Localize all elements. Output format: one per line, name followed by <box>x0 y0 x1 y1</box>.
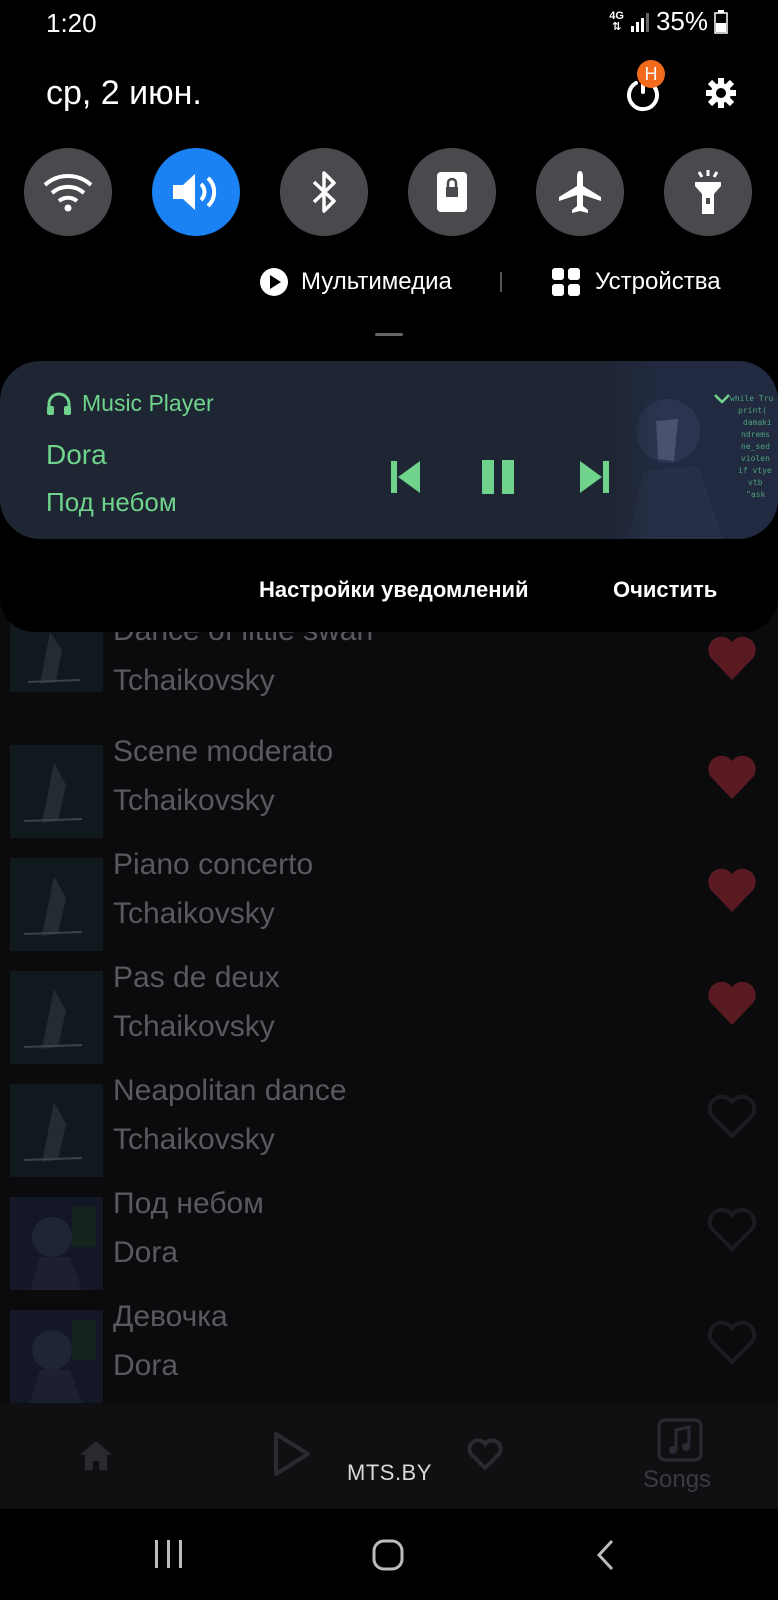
media-label: Мультимедиа <box>301 268 452 295</box>
recent-apps-icon[interactable] <box>153 1538 185 1570</box>
song-row[interactable]: Pas de deux Tchaikovsky <box>0 961 778 1074</box>
shade-drag-handle[interactable] <box>375 333 403 336</box>
song-title: Neapolitan dance <box>113 1074 347 1107</box>
song-row[interactable]: Piano concerto Tchaikovsky <box>0 848 778 961</box>
next-track-icon[interactable] <box>574 457 614 497</box>
heart-outline-icon[interactable] <box>706 1092 758 1140</box>
song-title: Scene moderato <box>113 735 334 768</box>
song-artist: Tchaikovsky <box>113 1123 275 1156</box>
chevron-down-icon[interactable] <box>712 391 732 405</box>
airplane-icon <box>559 171 601 213</box>
album-art: while Truprint(damakindremsne_sedvioleni… <box>598 361 778 539</box>
bluetooth-icon <box>312 171 336 213</box>
heart-filled-icon[interactable] <box>706 753 758 801</box>
album-art <box>10 1310 103 1403</box>
status-time: 1:20 <box>46 8 97 38</box>
song-artist: Tchaikovsky <box>113 784 275 817</box>
flashlight-toggle[interactable] <box>664 148 752 236</box>
carrier-label: MTS.BY <box>347 1460 432 1485</box>
back-icon[interactable] <box>594 1538 616 1572</box>
update-badge: H <box>637 60 665 88</box>
song-title: Девочка <box>113 1300 228 1333</box>
songs-icon[interactable] <box>656 1417 704 1463</box>
album-art <box>10 745 103 838</box>
status-indicators: 4G ⇅ 35% <box>609 6 728 37</box>
sound-toggle[interactable] <box>152 148 240 236</box>
song-row[interactable]: Neapolitan dance Tchaikovsky <box>0 1074 778 1187</box>
devices-grid-icon <box>552 268 580 296</box>
songs-tab-label[interactable]: Songs <box>643 1466 711 1494</box>
wifi-icon <box>43 174 93 212</box>
song-artist: Dora <box>113 1236 179 1269</box>
song-row[interactable]: Dance of little swan Tchaikovsky <box>0 614 778 735</box>
heart-filled-icon[interactable] <box>706 866 758 914</box>
song-title: Pas de deux <box>113 961 280 994</box>
devices-button[interactable]: Устройства <box>551 262 721 302</box>
heart-outline-icon[interactable] <box>706 1318 758 1366</box>
song-artist: Tchaikovsky <box>113 1010 275 1043</box>
heart-outline-icon[interactable] <box>467 1437 503 1471</box>
player-artist: Dora <box>46 439 107 470</box>
player-app-name: Music Player <box>82 390 214 416</box>
network-type: 4G ⇅ <box>609 9 624 33</box>
song-artist: Tchaikovsky <box>113 897 275 930</box>
heart-outline-icon[interactable] <box>706 1205 758 1253</box>
notification-shade: 1:20 4G ⇅ 35% ср, 2 июн. H Мультимедиа У… <box>0 0 778 632</box>
album-art <box>10 858 103 951</box>
battery-icon <box>714 9 728 34</box>
airplane-toggle[interactable] <box>536 148 624 236</box>
song-row[interactable]: Девочка Dora <box>0 1300 778 1413</box>
sound-icon <box>173 174 217 210</box>
media-output-button[interactable]: Мультимедиа <box>259 262 452 302</box>
flashlight-icon <box>695 170 721 214</box>
signal-icon <box>630 12 649 32</box>
devices-label: Устройства <box>595 268 721 295</box>
heart-filled-icon[interactable] <box>706 979 758 1027</box>
song-artist: Tchaikovsky <box>113 664 275 697</box>
heart-filled-icon[interactable] <box>706 634 758 682</box>
previous-track-icon[interactable] <box>386 457 426 497</box>
song-title: Piano concerto <box>113 848 314 881</box>
home-button-icon[interactable] <box>371 1538 405 1572</box>
album-art <box>10 1084 103 1177</box>
song-artist: Dora <box>113 1349 179 1382</box>
date-label: ср, 2 июн. <box>46 74 202 112</box>
battery-percentage: 35% <box>655 6 708 36</box>
clear-notifications-button[interactable]: Очистить <box>613 577 717 603</box>
song-row[interactable]: Scene moderato Tchaikovsky <box>0 735 778 848</box>
system-navigation-bar <box>0 1509 778 1600</box>
wifi-toggle[interactable] <box>24 148 112 236</box>
player-song-title: Под небом <box>46 487 177 517</box>
song-row[interactable]: Под небом Dora <box>0 1187 778 1300</box>
headphones-icon <box>47 392 71 415</box>
album-art <box>10 622 103 715</box>
music-player-notification[interactable]: while Truprint(damakindremsne_sedvioleni… <box>0 361 778 539</box>
settings-gear-icon[interactable] <box>704 76 738 110</box>
song-title: Под небом <box>113 1187 264 1220</box>
rotation-lock-icon <box>437 172 467 212</box>
album-art <box>10 1197 103 1290</box>
home-icon[interactable] <box>78 1437 114 1473</box>
play-icon[interactable] <box>268 1429 314 1479</box>
player-app-header: Music Player <box>46 390 214 417</box>
notification-settings-button[interactable]: Настройки уведомлений <box>259 577 529 603</box>
rotation-lock-toggle[interactable] <box>408 148 496 236</box>
album-art <box>10 971 103 1064</box>
divider <box>500 272 502 292</box>
play-circle-icon <box>260 268 288 296</box>
pause-icon[interactable] <box>478 457 518 497</box>
bluetooth-toggle[interactable] <box>280 148 368 236</box>
